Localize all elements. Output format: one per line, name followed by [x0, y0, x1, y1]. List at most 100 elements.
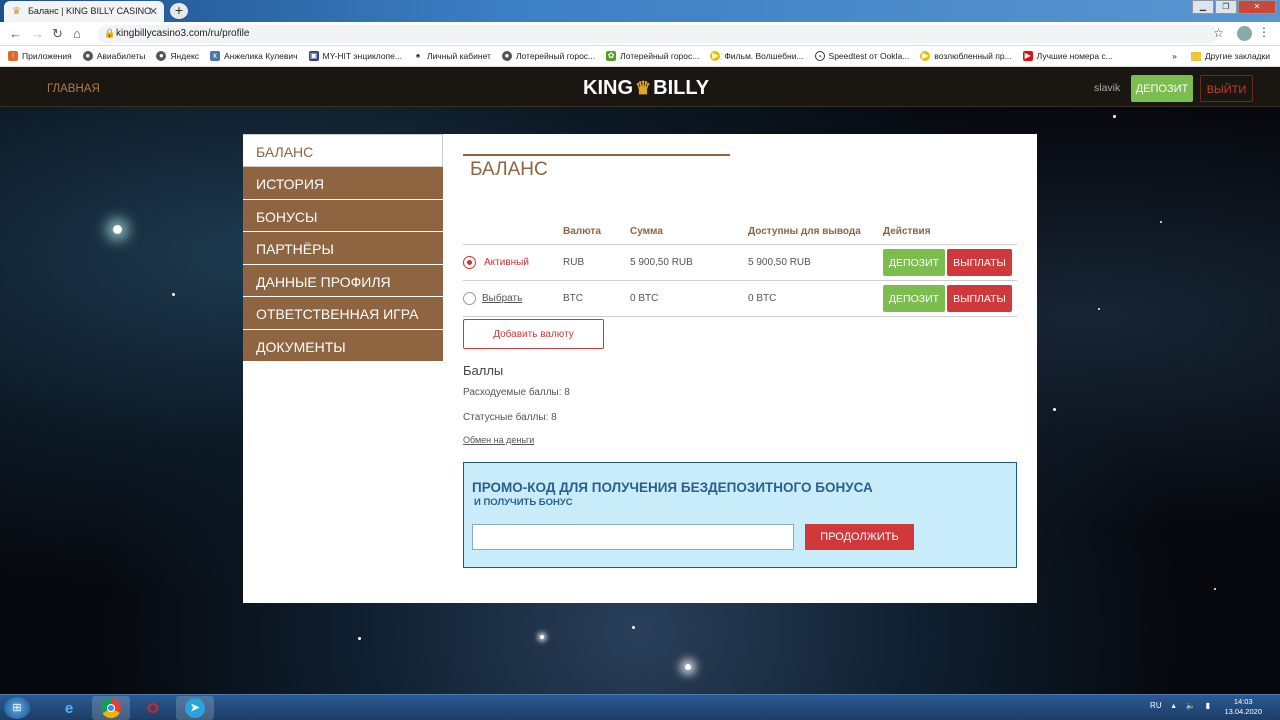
bookmark-star-icon[interactable]: ☆ [1213, 26, 1224, 40]
deposit-button[interactable]: ДЕПОЗИТ [883, 284, 945, 312]
status-cell[interactable]: Выбрать [463, 280, 563, 317]
bookmark-label: Лучшие номера с... [1036, 51, 1113, 61]
bookmark-item[interactable]: ♠ Личный кабинет [412, 51, 491, 61]
title-divider [463, 154, 730, 156]
star-decoration [1160, 221, 1162, 223]
choose-link[interactable]: Выбрать [482, 293, 522, 304]
start-button[interactable]: ⊞ [4, 697, 30, 719]
payout-button[interactable]: ВЫПЛАТЫ [947, 248, 1012, 276]
bookmark-item[interactable]: ▶ Лучшие номера с... [1022, 51, 1113, 61]
exchange-link[interactable]: Обмен на деньги [463, 435, 534, 445]
close-tab-icon[interactable]: ✕ [149, 5, 158, 18]
bookmark-item[interactable]: ● Авиабилеты [82, 51, 146, 61]
add-currency-button[interactable]: Добавить валюту [463, 319, 604, 349]
table-header-row: Валюта Сумма Доступны для вывода Действи… [463, 220, 1017, 245]
star-decoration [632, 626, 635, 629]
menu-item-balance[interactable]: БАЛАНС [243, 134, 443, 167]
site-logo[interactable]: KING ♛ BILLY [583, 77, 709, 100]
home-icon[interactable]: ⌂ [73, 26, 81, 41]
other-bookmarks-label: Другие закладки [1204, 51, 1270, 61]
url-text: kingbillycasino3.com/ru/profile [116, 28, 250, 39]
forward-icon[interactable]: → [31, 26, 44, 41]
opera-icon[interactable]: O [134, 696, 172, 720]
promo-code-box: ПРОМО-КОД ДЛЯ ПОЛУЧЕНИЯ БЕЗДЕПОЗИТНОГО Б… [463, 462, 1017, 568]
deposit-button[interactable]: ДЕПОЗИТ [883, 248, 945, 276]
actions-cell: ДЕПОЗИТ ВЫПЛАТЫ [883, 280, 1017, 317]
promo-code-input[interactable] [472, 524, 794, 550]
bookmark-item[interactable]: ⁝ Приложения [8, 51, 72, 61]
site-header: ГЛАВНАЯ KING ♛ BILLY slavik ДЕПОЗИТ ВЫЙТ… [0, 67, 1280, 107]
bookmark-item[interactable]: ▶ Фильм. Волшебни... [710, 51, 804, 61]
profile-panel: БАЛАНС ИСТОРИЯ БОНУСЫ ПАРТНЁРЫ ДАННЫЕ ПР… [243, 134, 1037, 603]
folder-icon [1190, 51, 1201, 61]
clock[interactable]: 14:03 13.04.2020 [1224, 697, 1262, 717]
radio-unselected[interactable] [463, 291, 476, 305]
crown-icon: ♛ [635, 78, 652, 98]
bookmark-label: Анжелика Кулевич [224, 51, 298, 61]
bookmark-label: Лотерейный горос... [515, 51, 596, 61]
menu-item-bonuses[interactable]: БОНУСЫ [243, 199, 443, 232]
profile-avatar[interactable] [1237, 26, 1252, 41]
bookmark-item[interactable]: к Анжелика Кулевич [210, 51, 298, 61]
menu-item-partners[interactable]: ПАРТНЁРЫ [243, 232, 443, 265]
star-decoration [172, 293, 175, 296]
minimize-icon[interactable]: ▁ [1192, 0, 1214, 14]
column-header: Действия [883, 220, 1017, 245]
bookmark-label: Speedtest от Ookla... [828, 51, 910, 61]
menu-item-profile-data[interactable]: ДАННЫЕ ПРОФИЛЯ [243, 264, 443, 297]
other-bookmarks[interactable]: » Другие закладки [1172, 51, 1270, 61]
menu-dots-icon[interactable]: ⋮ [1258, 25, 1270, 39]
spendable-points: Расходуемые баллы: 8 [463, 387, 570, 398]
menu-item-responsible-gaming[interactable]: ОТВЕТСТВЕННАЯ ИГРА [243, 297, 443, 330]
username[interactable]: slavik [1094, 82, 1120, 94]
telegram-icon[interactable]: ➤ [176, 696, 214, 720]
address-bar-row: ← → ↻ ⌂ 🔒 kingbillycasino3.com/ru/profil… [0, 22, 1280, 46]
header-deposit-button[interactable]: ДЕПОЗИТ [1131, 75, 1193, 102]
back-icon[interactable]: ← [9, 26, 22, 41]
column-header: Сумма [630, 220, 748, 245]
new-tab-button[interactable]: + [170, 3, 188, 19]
actions-cell: ДЕПОЗИТ ВЫПЛАТЫ [883, 244, 1017, 281]
column-header: Доступны для вывода [748, 220, 883, 245]
star-decoration [540, 635, 544, 639]
maximize-icon[interactable]: ❐ [1215, 0, 1237, 14]
bookmark-item[interactable]: ● Яндекс [156, 51, 199, 61]
menu-item-history[interactable]: ИСТОРИЯ [243, 167, 443, 200]
bookmark-item[interactable]: ✿ Лотерейный горос... [606, 51, 699, 61]
table-row: Выбрать BTC 0 BTC 0 BTC ДЕПОЗИТ ВЫПЛАТЫ [463, 280, 1017, 317]
continue-button[interactable]: ПРОДОЛЖИТЬ [805, 524, 914, 550]
status-label: Активный [484, 256, 529, 268]
radio-selected[interactable] [463, 255, 476, 269]
payout-button[interactable]: ВЫПЛАТЫ [947, 284, 1012, 312]
system-tray: RU ▴ 🔈 ▮ [1150, 701, 1210, 710]
lock-icon: 🔒 [104, 28, 116, 38]
status-cell[interactable]: Активный [463, 244, 563, 281]
logo-text-left: KING [583, 77, 633, 99]
close-window-icon[interactable]: ✕ [1238, 0, 1276, 14]
amount-cell: 0 BTC [630, 280, 748, 317]
ie-icon[interactable]: e [50, 696, 88, 720]
currency-cell: RUB [563, 244, 630, 281]
bookmark-item[interactable]: ▶ возлюбленный пр... [920, 51, 1012, 61]
logout-button[interactable]: ВЫЙТИ [1200, 75, 1253, 102]
reload-icon[interactable]: ↻ [52, 26, 63, 42]
network-icon[interactable]: ▮ [1206, 701, 1210, 710]
bookmark-item[interactable]: ● Лотерейный горос... [501, 51, 596, 61]
star-decoration [1053, 408, 1056, 411]
star-decoration [113, 225, 122, 234]
url-field[interactable]: 🔒 kingbillycasino3.com/ru/profile [98, 25, 1218, 43]
language-indicator[interactable]: RU [1150, 701, 1162, 710]
clock-time: 14:03 [1233, 697, 1253, 706]
browser-tab[interactable]: ♛ Баланс | KING BILLY CASINO ✕ [4, 1, 164, 22]
bookmark-item[interactable]: ▣ MY-HIT энциклопе... [308, 51, 402, 61]
menu-item-documents[interactable]: ДОКУМЕНТЫ [243, 329, 443, 362]
more-bookmarks-icon[interactable]: » [1172, 51, 1177, 61]
home-link[interactable]: ГЛАВНАЯ [47, 83, 100, 95]
tray-expand-icon[interactable]: ▴ [1172, 701, 1176, 710]
promo-heading: ПРОМО-КОД ДЛЯ ПОЛУЧЕНИЯ БЕЗДЕПОЗИТНОГО Б… [472, 480, 873, 495]
bookmark-item[interactable]: ◔ Speedtest от Ookla... [814, 51, 910, 61]
volume-icon[interactable]: 🔈 [1186, 701, 1196, 710]
bookmark-label: Авиабилеты [96, 51, 146, 61]
chrome-icon[interactable] [92, 696, 130, 720]
balance-table: Валюта Сумма Доступны для вывода Действи… [463, 220, 1017, 317]
